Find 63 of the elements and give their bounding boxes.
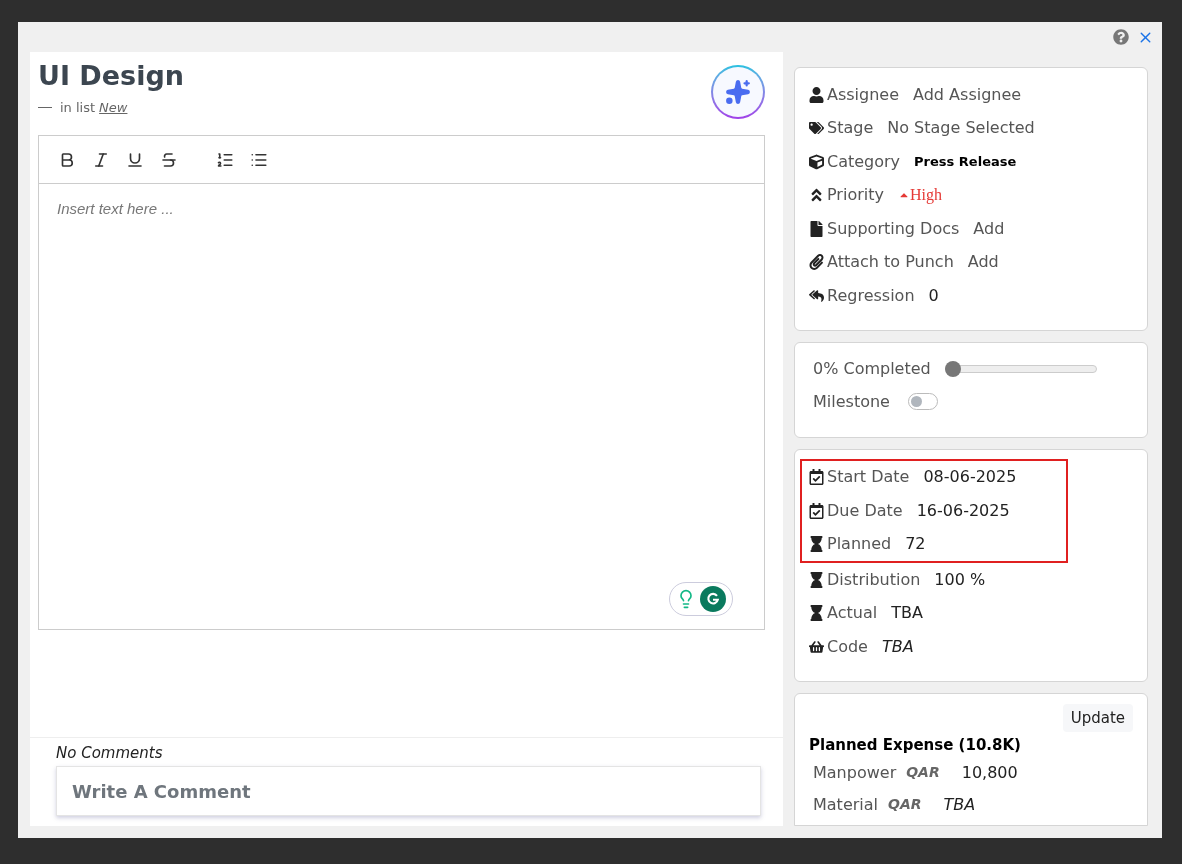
property-label: Regression — [827, 284, 915, 307]
property-value: TBA — [881, 635, 914, 658]
hourglass-icon — [809, 571, 824, 588]
priority-value: High — [897, 183, 942, 208]
property-value: 08-06-2025 — [923, 466, 1017, 489]
property-label: Supporting Docs — [827, 217, 960, 240]
property-value: 72 — [905, 533, 926, 556]
no-comments-text: No Comments — [56, 742, 164, 764]
property-value[interactable]: Add Assignee — [913, 82, 1022, 107]
person-icon — [809, 86, 824, 103]
update-button[interactable]: Update — [1062, 703, 1133, 732]
property-label: Due Date — [827, 499, 903, 522]
writing-assistant-widget[interactable] — [669, 582, 733, 616]
completed-label: 0% Completed — [813, 357, 932, 380]
property-value: TBA — [943, 793, 976, 816]
comment-field[interactable]: Write A Comment — [56, 766, 761, 816]
milestone-toggle[interactable] — [907, 393, 938, 410]
reply-all-icon — [809, 287, 824, 304]
property-value[interactable]: Add — [973, 216, 1005, 241]
expense-title: Planned Expense (10.8K) — [809, 735, 1022, 756]
hourglass-icon — [809, 536, 824, 553]
property-label: Start Date — [827, 466, 910, 489]
cube-icon — [809, 153, 824, 170]
property-label: Category — [827, 150, 901, 173]
sparkles-icon — [725, 79, 751, 105]
property-value[interactable]: No Stage Selected — [887, 116, 1035, 141]
expense-label: Manpower — [813, 761, 897, 784]
currency-label: QAR — [888, 795, 922, 814]
property-value: TBA — [891, 602, 923, 625]
property-label: Attach to Punch — [827, 251, 954, 274]
basket-icon — [809, 638, 824, 655]
list-link[interactable]: New — [99, 98, 128, 118]
double-chevron-up-icon — [809, 187, 824, 204]
calendar-check-icon — [809, 502, 824, 519]
help-icon[interactable] — [1113, 29, 1129, 45]
expense-label: Material — [813, 793, 878, 816]
property-label: Code — [827, 635, 868, 658]
property-value: 100 % — [934, 568, 986, 591]
progress-slider[interactable] — [945, 360, 1097, 377]
calendar-check-icon — [809, 469, 824, 486]
property-label: Priority — [827, 184, 884, 207]
tags-icon — [809, 120, 824, 137]
property-value: 16-06-2025 — [916, 499, 1010, 522]
ai-assist-button[interactable] — [711, 65, 765, 119]
g-logo-icon — [700, 586, 726, 612]
list-prefix: in list — [60, 99, 96, 117]
slider-thumb[interactable] — [945, 360, 961, 377]
paperclip-icon — [809, 254, 824, 271]
hourglass-icon — [809, 605, 824, 622]
property-label: Planned — [827, 533, 892, 556]
property-value: 10,800 — [961, 761, 1018, 784]
currency-label: QAR — [906, 763, 940, 782]
property-label: Stage — [827, 117, 874, 140]
property-value: 0 — [928, 284, 939, 307]
property-label: Assignee — [827, 83, 900, 106]
category-value: Press Release — [914, 153, 1017, 171]
property-label: Distribution — [827, 568, 921, 591]
file-icon — [809, 220, 824, 237]
milestone-label: Milestone — [813, 390, 890, 413]
task-title: UI Design — [38, 59, 184, 93]
property-label: Actual — [827, 602, 878, 625]
property-value[interactable]: Add — [967, 250, 999, 275]
dash-icon — [38, 107, 52, 109]
